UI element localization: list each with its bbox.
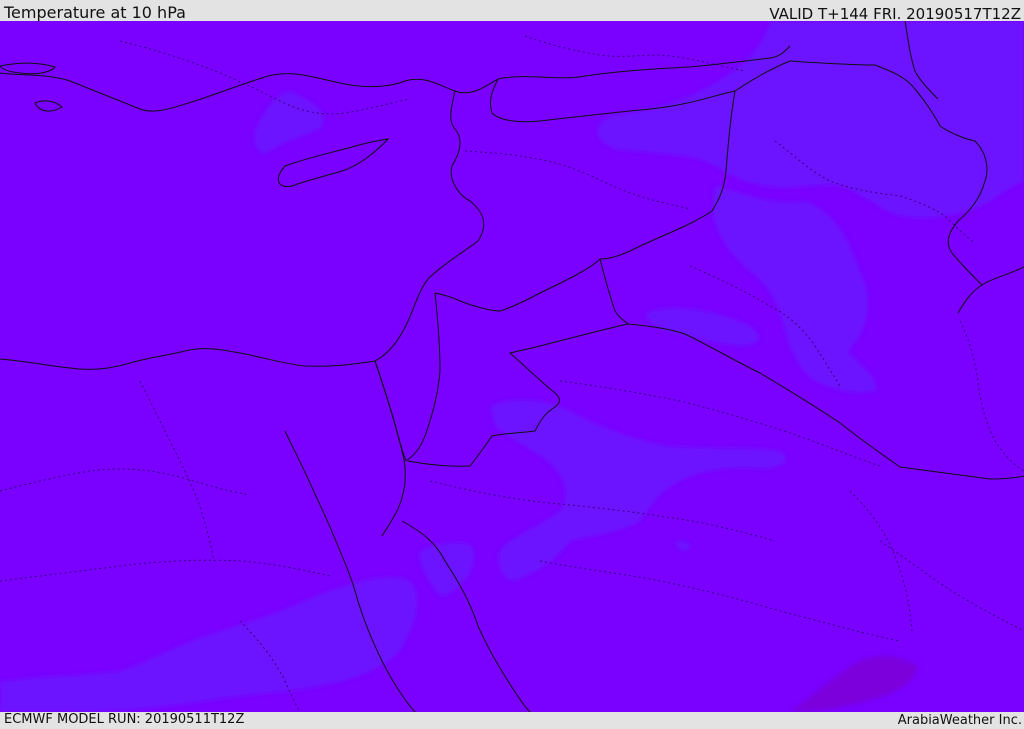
map-header: Temperature at 10 hPa VALID T+144 FRI. 2… bbox=[0, 0, 1024, 23]
map-title: Temperature at 10 hPa bbox=[4, 3, 186, 22]
model-run-label: ECMWF MODEL RUN: 20190511T12Z bbox=[4, 712, 245, 727]
weather-map-page: Temperature at 10 hPa VALID T+144 FRI. 2… bbox=[0, 0, 1024, 729]
temperature-map[interactable] bbox=[0, 21, 1024, 712]
valid-time-label: VALID T+144 FRI. 20190517T12Z bbox=[769, 5, 1021, 23]
map-svg bbox=[0, 21, 1024, 712]
map-footer: ECMWF MODEL RUN: 20190511T12Z ArabiaWeat… bbox=[0, 712, 1024, 729]
brand-label: ArabiaWeather Inc. bbox=[897, 713, 1022, 728]
